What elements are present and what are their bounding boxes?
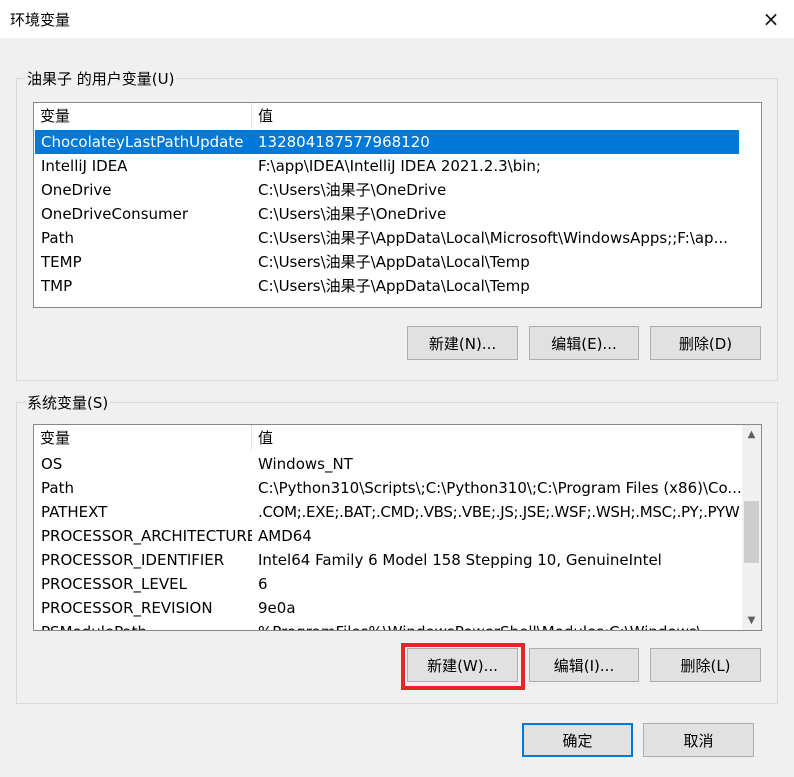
variable-value: Intel64 Family 6 Model 158 Stepping 10, … (258, 551, 662, 569)
list-item[interactable]: PROCESSOR_REVISION 9e0a (35, 596, 742, 620)
user-variables-list[interactable]: 变量 值 ChocolateyLastPathUpdate 1328041875… (33, 102, 762, 308)
variable-value: 9e0a (258, 599, 296, 617)
column-header-value[interactable]: 值 (252, 103, 273, 129)
system-variables-list[interactable]: 变量 值 OS Windows_NT Path C:\Python310\Scr… (33, 424, 762, 631)
variable-name: TEMP (41, 253, 82, 271)
variable-value: C:\Users\油果子\AppData\Local\Temp (258, 277, 530, 295)
user-delete-button[interactable]: 删除(D) (650, 326, 761, 360)
list-item[interactable]: PROCESSOR_ARCHITECTURE AMD64 (35, 524, 742, 548)
variable-value: C:\Python310\Scripts\;C:\Python310\;C:\P… (258, 479, 742, 497)
variable-value: 6 (258, 575, 268, 593)
close-icon[interactable]: × (748, 0, 794, 38)
variable-name: TMP (41, 277, 73, 295)
system-edit-button[interactable]: 编辑(I)... (529, 648, 639, 682)
variable-value: F:\app\IDEA\IntelliJ IDEA 2021.2.3\bin; (258, 157, 541, 175)
variable-name: OneDriveConsumer (41, 205, 189, 223)
variable-value: 132804187577968120 (258, 133, 430, 151)
user-new-button[interactable]: 新建(N)... (407, 326, 518, 360)
user-variables-label: 油果子 的用户变量(U) (27, 70, 175, 88)
variable-name: ChocolateyLastPathUpdate (41, 133, 244, 151)
list-item[interactable]: PATHEXT .COM;.EXE;.BAT;.CMD;.VBS;.VBE;.J… (35, 500, 742, 524)
ok-button[interactable]: 确定 (522, 723, 633, 757)
list-item[interactable]: Path C:\Users\油果子\AppData\Local\Microsof… (35, 226, 739, 250)
variable-value: C:\Users\油果子\OneDrive (258, 181, 447, 199)
column-header-variable[interactable]: 变量 (34, 425, 252, 451)
system-delete-button[interactable]: 删除(L) (650, 648, 761, 682)
window-title: 环境变量 (10, 11, 71, 29)
list-header: 变量 值 (34, 103, 273, 129)
variable-name: PROCESSOR_LEVEL (41, 575, 187, 593)
scroll-thumb[interactable] (744, 501, 759, 563)
variable-value: AMD64 (258, 527, 312, 545)
list-item[interactable]: PROCESSOR_IDENTIFIER Intel64 Family 6 Mo… (35, 548, 742, 572)
variable-name: IntelliJ IDEA (41, 157, 128, 175)
variable-name: Path (41, 479, 74, 497)
variable-name: OS (41, 455, 63, 473)
list-item[interactable]: Path C:\Python310\Scripts\;C:\Python310\… (35, 476, 742, 500)
scroll-up-icon[interactable]: ▲ (742, 425, 761, 444)
user-edit-button[interactable]: 编辑(E)... (529, 326, 639, 360)
variable-name: PROCESSOR_REVISION (41, 599, 213, 617)
list-item[interactable]: OneDriveConsumer C:\Users\油果子\OneDrive (35, 202, 739, 226)
list-item[interactable]: TEMP C:\Users\油果子\AppData\Local\Temp (35, 250, 739, 274)
list-item[interactable]: PSModulePath %ProgramFiles%\WindowsPower… (35, 620, 742, 630)
list-header: 变量 值 (34, 425, 273, 451)
title-bar: 环境变量 × (0, 0, 794, 38)
column-header-value[interactable]: 值 (252, 425, 273, 451)
variable-value: Windows_NT (258, 455, 353, 473)
variable-name: PROCESSOR_ARCHITECTURE (41, 527, 252, 545)
variable-value: .COM;.EXE;.BAT;.CMD;.VBS;.VBE;.JS;.JSE;.… (258, 503, 740, 521)
vertical-scrollbar[interactable]: ▲ ▼ (742, 425, 761, 630)
variable-value: %ProgramFiles%\WindowsPowerShell\Modules… (252, 620, 742, 630)
variable-name: PROCESSOR_IDENTIFIER (41, 551, 225, 569)
list-item[interactable]: TMP C:\Users\油果子\AppData\Local\Temp (35, 274, 739, 298)
variable-name: PSModulePath (35, 620, 252, 630)
scroll-down-icon[interactable]: ▼ (742, 611, 761, 630)
list-item-selected[interactable]: ChocolateyLastPathUpdate 132804187577968… (35, 130, 739, 154)
variable-name: Path (41, 229, 74, 247)
list-item[interactable]: PROCESSOR_LEVEL 6 (35, 572, 742, 596)
cancel-button[interactable]: 取消 (643, 723, 754, 757)
variable-value: C:\Users\油果子\AppData\Local\Temp (258, 253, 530, 271)
variable-name: OneDrive (41, 181, 112, 199)
column-header-variable[interactable]: 变量 (34, 103, 252, 129)
system-variables-label: 系统变量(S) (27, 394, 109, 412)
list-item[interactable]: OneDrive C:\Users\油果子\OneDrive (35, 178, 739, 202)
list-item[interactable]: IntelliJ IDEA F:\app\IDEA\IntelliJ IDEA … (35, 154, 739, 178)
highlight-box (401, 643, 525, 690)
variable-value: C:\Users\油果子\OneDrive (258, 205, 447, 223)
variable-name: PATHEXT (41, 503, 108, 521)
list-item[interactable]: OS Windows_NT (35, 452, 742, 476)
variable-value: C:\Users\油果子\AppData\Local\Microsoft\Win… (258, 229, 728, 247)
